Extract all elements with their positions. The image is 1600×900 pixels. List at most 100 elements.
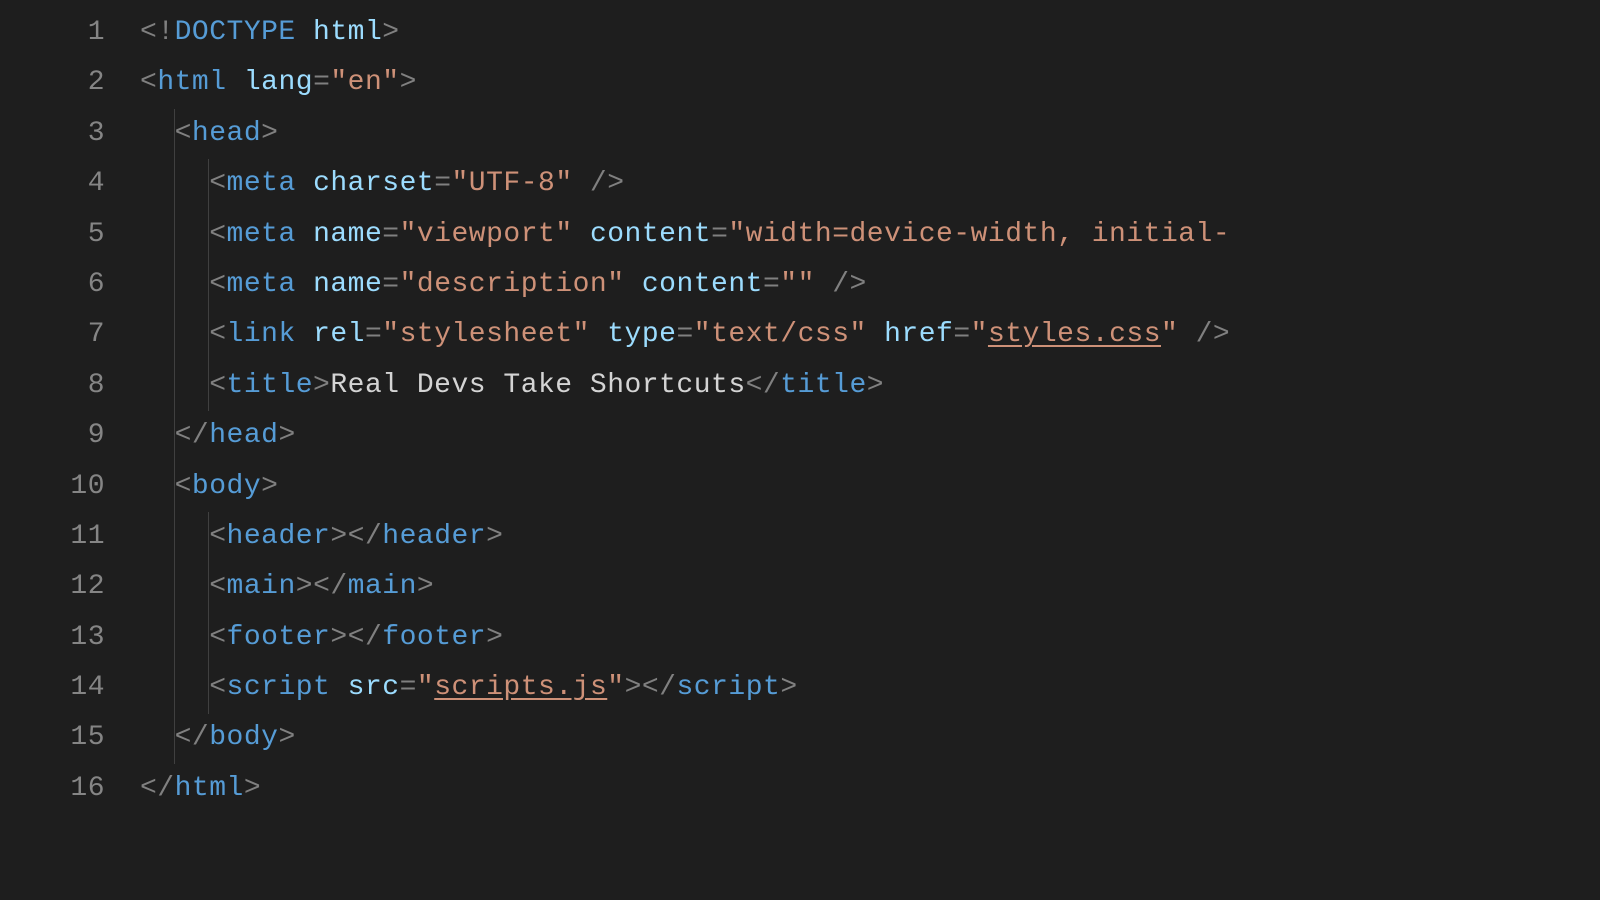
code-token: script bbox=[227, 672, 331, 703]
line-number: 3 bbox=[0, 109, 105, 159]
code-token: = bbox=[676, 319, 693, 350]
code-token: "stylesheet" bbox=[382, 319, 590, 350]
code-line[interactable]: <main></main> bbox=[140, 562, 1600, 612]
code-token: "description" bbox=[400, 269, 625, 300]
indent-guide bbox=[174, 109, 175, 764]
code-line[interactable]: <script src="scripts.js"></script> bbox=[140, 663, 1600, 713]
line-number: 2 bbox=[0, 58, 105, 108]
code-token: body bbox=[192, 471, 261, 502]
code-token bbox=[296, 219, 313, 250]
code-token: /> bbox=[573, 168, 625, 199]
code-token: < bbox=[209, 622, 226, 653]
code-line[interactable]: </body> bbox=[140, 713, 1600, 763]
code-line[interactable]: <meta name="viewport" content="width=dev… bbox=[140, 210, 1600, 260]
code-token: > bbox=[780, 672, 797, 703]
code-line[interactable]: <head> bbox=[140, 109, 1600, 159]
code-token: < bbox=[209, 219, 226, 250]
code-token: < bbox=[175, 471, 192, 502]
code-token bbox=[296, 319, 313, 350]
code-line[interactable]: <meta name="description" content="" /> bbox=[140, 260, 1600, 310]
line-number: 10 bbox=[0, 462, 105, 512]
code-token bbox=[330, 672, 347, 703]
code-token: = bbox=[711, 219, 728, 250]
code-token bbox=[296, 168, 313, 199]
indent-guide bbox=[208, 512, 209, 714]
code-token: = bbox=[953, 319, 970, 350]
line-number: 15 bbox=[0, 713, 105, 763]
code-token: " bbox=[607, 672, 624, 703]
code-token: link bbox=[227, 319, 296, 350]
code-token: meta bbox=[227, 168, 296, 199]
code-token: head bbox=[209, 420, 278, 451]
code-line[interactable]: <link rel="stylesheet" type="text/css" h… bbox=[140, 310, 1600, 360]
line-number: 4 bbox=[0, 159, 105, 209]
code-line[interactable]: <meta charset="UTF-8" /> bbox=[140, 159, 1600, 209]
code-token: header bbox=[227, 521, 331, 552]
code-token: charset bbox=[313, 168, 434, 199]
code-token: </ bbox=[175, 722, 210, 753]
code-token: head bbox=[192, 118, 261, 149]
code-line[interactable]: <footer></footer> bbox=[140, 613, 1600, 663]
line-number: 1 bbox=[0, 8, 105, 58]
code-token: meta bbox=[227, 269, 296, 300]
code-token: = bbox=[382, 219, 399, 250]
code-token bbox=[296, 269, 313, 300]
code-token: " bbox=[417, 672, 434, 703]
code-token: < bbox=[209, 168, 226, 199]
code-token: type bbox=[607, 319, 676, 350]
code-token: main bbox=[348, 571, 417, 602]
code-token: < bbox=[209, 571, 226, 602]
code-token: "" bbox=[780, 269, 815, 300]
code-token: "en" bbox=[330, 67, 399, 98]
code-token: < bbox=[209, 269, 226, 300]
code-token: </ bbox=[140, 773, 175, 804]
code-token: styles.css bbox=[988, 319, 1161, 350]
code-line[interactable]: <header></header> bbox=[140, 512, 1600, 562]
code-token: < bbox=[140, 67, 157, 98]
code-line[interactable]: <!DOCTYPE html> bbox=[140, 8, 1600, 58]
code-token: < bbox=[209, 319, 226, 350]
code-token: = bbox=[763, 269, 780, 300]
code-token: meta bbox=[227, 219, 296, 250]
code-area[interactable]: <!DOCTYPE html><html lang="en"> <head> <… bbox=[140, 8, 1600, 900]
line-number-gutter: 12345678910111213141516 bbox=[0, 8, 140, 900]
code-token bbox=[296, 17, 313, 48]
code-token: href bbox=[884, 319, 953, 350]
code-token: > bbox=[330, 622, 347, 653]
code-token: > bbox=[261, 118, 278, 149]
code-token: body bbox=[209, 722, 278, 753]
code-token bbox=[625, 269, 642, 300]
code-token: = bbox=[400, 672, 417, 703]
code-token: > bbox=[278, 420, 295, 451]
code-token: > bbox=[1213, 319, 1230, 350]
code-token bbox=[227, 67, 244, 98]
code-token: html bbox=[313, 17, 382, 48]
code-token: name bbox=[313, 269, 382, 300]
code-line[interactable]: </html> bbox=[140, 764, 1600, 814]
code-editor[interactable]: 12345678910111213141516 <!DOCTYPE html><… bbox=[0, 0, 1600, 900]
code-line[interactable]: <body> bbox=[140, 462, 1600, 512]
code-token: <! bbox=[140, 17, 175, 48]
code-line[interactable]: </head> bbox=[140, 411, 1600, 461]
code-line[interactable]: <title>Real Devs Take Shortcuts</title> bbox=[140, 361, 1600, 411]
code-token: < bbox=[209, 521, 226, 552]
line-number: 12 bbox=[0, 562, 105, 612]
code-token: > bbox=[486, 521, 503, 552]
line-number: 16 bbox=[0, 764, 105, 814]
code-token: /> bbox=[815, 269, 867, 300]
code-line[interactable]: <html lang="en"> bbox=[140, 58, 1600, 108]
code-token: Real Devs Take Shortcuts bbox=[330, 370, 745, 401]
code-token: footer bbox=[227, 622, 331, 653]
code-token: > bbox=[625, 672, 642, 703]
code-token: = bbox=[382, 269, 399, 300]
code-token: > bbox=[382, 17, 399, 48]
code-token bbox=[590, 319, 607, 350]
code-token: </ bbox=[348, 622, 383, 653]
code-token: < bbox=[209, 370, 226, 401]
code-token: < bbox=[175, 118, 192, 149]
line-number: 8 bbox=[0, 361, 105, 411]
code-token: </ bbox=[746, 370, 781, 401]
code-token: > bbox=[486, 622, 503, 653]
code-token: rel bbox=[313, 319, 365, 350]
code-token: > bbox=[400, 67, 417, 98]
